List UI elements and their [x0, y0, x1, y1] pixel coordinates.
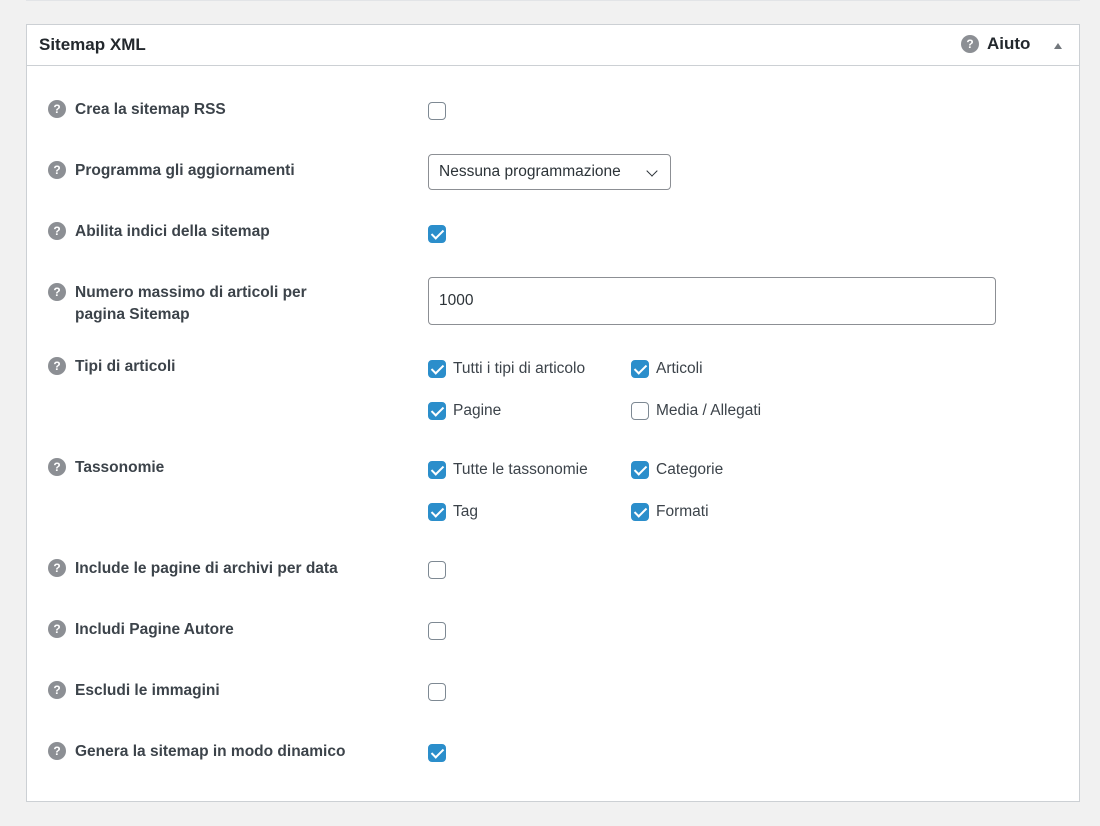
- question-mark-icon[interactable]: ?: [48, 559, 66, 577]
- taxonomy-option[interactable]: Formati: [631, 503, 709, 521]
- max-posts-input[interactable]: [428, 277, 996, 325]
- indexes-checkbox[interactable]: [428, 225, 446, 243]
- setting-label: ? Escludi le immagini: [48, 680, 220, 702]
- question-mark-icon[interactable]: ?: [48, 620, 66, 638]
- help-toggle[interactable]: ? Aiuto: [961, 34, 1030, 54]
- setting-label: ? Tassonomie: [48, 457, 164, 479]
- setting-label: ? Tipi di articoli: [48, 356, 175, 378]
- setting-label: ? Numero massimo di articoli per pagina …: [48, 282, 307, 326]
- question-mark-icon[interactable]: ?: [48, 742, 66, 760]
- question-mark-icon[interactable]: ?: [48, 222, 66, 240]
- panel-title: Sitemap XML: [39, 35, 146, 54]
- post-type-option[interactable]: Pagine: [428, 402, 501, 420]
- setting-label: ? Genera la sitemap in modo dinamico: [48, 741, 345, 763]
- setting-label: ? Crea la sitemap RSS: [48, 99, 226, 121]
- question-mark-icon: ?: [961, 35, 979, 53]
- post-type-option[interactable]: Articoli: [631, 360, 703, 378]
- schedule-select[interactable]: Nessuna programmazione: [428, 154, 671, 190]
- rss-checkbox[interactable]: [428, 102, 446, 120]
- panel-header: Sitemap XML ? Aiuto: [27, 25, 1079, 66]
- question-mark-icon[interactable]: ?: [48, 357, 66, 375]
- post-type-option[interactable]: Media / Allegati: [631, 402, 761, 420]
- triangle-up-icon: [1054, 43, 1062, 49]
- question-mark-icon[interactable]: ?: [48, 283, 66, 301]
- date-archives-checkbox[interactable]: [428, 561, 446, 579]
- taxonomy-option[interactable]: Tag: [428, 503, 478, 521]
- taxonomy-option[interactable]: Categorie: [631, 461, 723, 479]
- setting-label: ? Includi Pagine Autore: [48, 619, 234, 641]
- question-mark-icon[interactable]: ?: [48, 681, 66, 699]
- dynamic-checkbox[interactable]: [428, 744, 446, 762]
- taxonomy-option[interactable]: Tutte le tassonomie: [428, 461, 588, 479]
- sitemap-xml-panel: Sitemap XML ? Aiuto ? Crea la sitemap RS…: [26, 24, 1080, 802]
- question-mark-icon[interactable]: ?: [48, 100, 66, 118]
- collapse-toggle[interactable]: [1051, 39, 1065, 53]
- chevron-down-icon: [646, 165, 658, 177]
- setting-label: ? Programma gli aggiornamenti: [48, 160, 295, 182]
- exclude-images-checkbox[interactable]: [428, 683, 446, 701]
- setting-label: ? Include le pagine di archivi per data: [48, 558, 338, 580]
- post-type-option[interactable]: Tutti i tipi di articolo: [428, 360, 585, 378]
- question-mark-icon[interactable]: ?: [48, 458, 66, 476]
- top-divider: [26, 0, 1080, 1]
- help-label: Aiuto: [987, 34, 1031, 53]
- question-mark-icon[interactable]: ?: [48, 161, 66, 179]
- setting-label: ? Abilita indici della sitemap: [48, 221, 270, 243]
- author-pages-checkbox[interactable]: [428, 622, 446, 640]
